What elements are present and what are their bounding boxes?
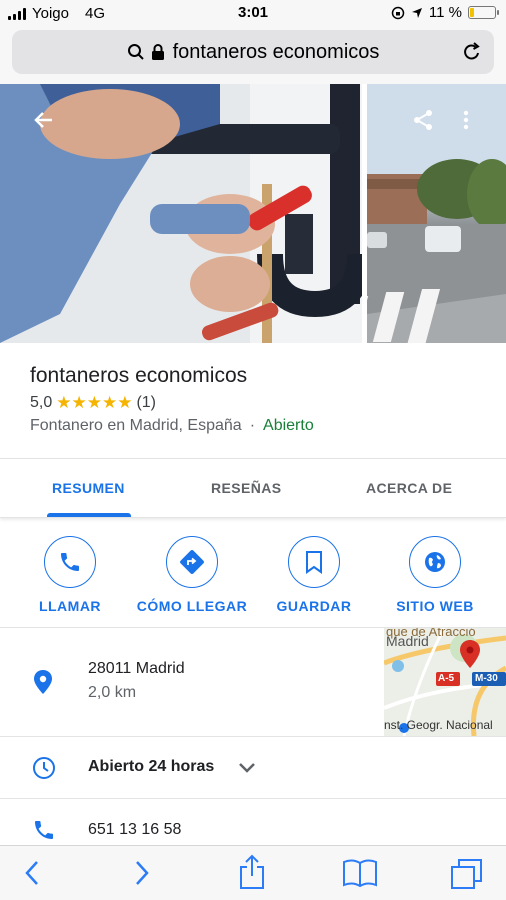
lock-icon (151, 44, 164, 60)
rating-stars: ★★★★★ (56, 393, 133, 412)
place-title: fontaneros economicos (30, 364, 248, 387)
save-label: GUARDAR (276, 598, 352, 614)
status-right: 11 % (391, 4, 499, 21)
chevron-down-icon[interactable] (238, 762, 256, 774)
street-photo-illustration (367, 84, 506, 343)
search-icon (127, 44, 144, 60)
status-bar: Yoigo 4G 3:01 11 % (0, 0, 506, 26)
website-button[interactable]: SITIO WEB (375, 536, 495, 614)
directions-button[interactable]: CÓMO LLEGAR (132, 536, 252, 614)
bookmark-icon (288, 536, 340, 588)
phone-row-icon (35, 821, 53, 839)
tab-acerca-de[interactable]: ACERCA DE (366, 480, 452, 496)
review-count: (1) (136, 394, 157, 411)
location-icon (411, 7, 422, 18)
distance-text: 2,0 km (88, 684, 137, 701)
forward-icon[interactable] (132, 858, 152, 888)
url-text: fontaneros economicos (172, 40, 380, 63)
map-road-m30: M-30 (475, 673, 498, 684)
tab-resenas[interactable]: RESEÑAS (211, 480, 281, 496)
rating-row[interactable]: 5,0 ★★★★★ (1) (30, 393, 156, 413)
browser-url-area: fontaneros economicos (0, 26, 506, 84)
action-buttons: LLAMAR CÓMO LLEGAR GUARDAR SITIO WEB (0, 528, 506, 628)
meta-separator: · (249, 417, 256, 434)
bookmarks-icon[interactable] (342, 858, 378, 888)
tabs-icon[interactable] (450, 858, 484, 890)
share-icon[interactable] (411, 108, 435, 132)
reload-icon[interactable] (462, 41, 482, 63)
main-photo[interactable] (0, 84, 362, 343)
save-button[interactable]: GUARDAR (254, 536, 374, 614)
map-label-city: Madrid (386, 633, 429, 649)
phone-icon (44, 536, 96, 588)
directions-icon (166, 536, 218, 588)
open-status: Abierto (263, 417, 314, 434)
active-tab-indicator (47, 513, 131, 517)
divider (0, 736, 506, 737)
share-sheet-icon[interactable] (238, 854, 266, 890)
tab-bar: RESUMEN RESEÑAS ACERCA DE (0, 458, 506, 518)
rating-value: 5,0 (30, 394, 53, 411)
clock-icon (33, 757, 55, 779)
photo-carousel[interactable] (0, 84, 506, 343)
map-road-a5: A-5 (438, 673, 455, 684)
hours-text[interactable]: Abierto 24 horas (88, 758, 214, 776)
screen-lock-icon (391, 6, 405, 19)
tab-resumen[interactable]: RESUMEN (52, 480, 125, 496)
divider (0, 798, 506, 799)
back-arrow-icon[interactable] (32, 108, 56, 132)
street-view-photo[interactable] (367, 84, 506, 343)
browser-toolbar (0, 845, 506, 900)
url-bar[interactable]: fontaneros economicos (12, 30, 494, 74)
globe-icon (409, 536, 461, 588)
phone-number[interactable]: 651 13 16 58 (88, 821, 181, 839)
battery-percent: 11 % (428, 4, 462, 21)
back-icon[interactable] (22, 858, 42, 888)
call-button[interactable]: LLAMAR (10, 536, 130, 614)
location-pin-icon (34, 670, 52, 694)
address-line[interactable]: 28011 Madrid (88, 660, 185, 678)
directions-label: CÓMO LLEGAR (136, 598, 248, 614)
more-vert-icon[interactable] (459, 108, 473, 132)
mini-map[interactable]: que de Atracció Madrid A-5 M-30 nst. Geo… (384, 628, 506, 736)
battery-icon (468, 6, 499, 19)
place-category: Fontanero en Madrid, España (30, 417, 242, 434)
place-meta: Fontanero en Madrid, España · Abierto (30, 417, 314, 435)
website-label: SITIO WEB (396, 598, 474, 614)
call-label: LLAMAR (38, 598, 102, 614)
map-attribution: nst. Geogr. Nacional (384, 718, 493, 732)
